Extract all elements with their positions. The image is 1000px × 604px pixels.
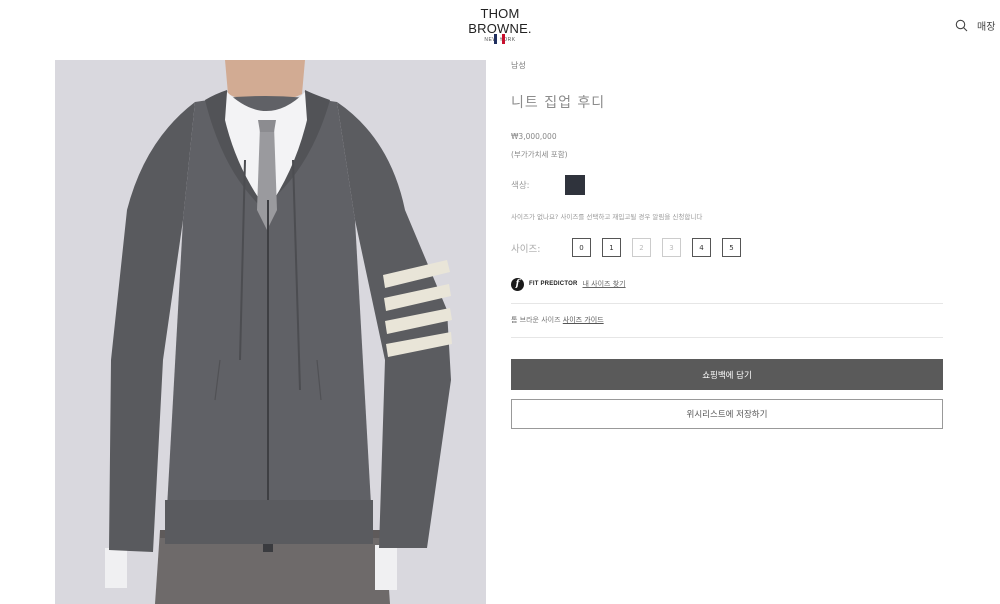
product-title: 니트 집업 후디	[511, 95, 606, 111]
product-image	[55, 60, 486, 604]
brand-name: THOM BROWNE.	[468, 6, 532, 36]
find-my-size-link[interactable]: 내 사이즈 찾기	[583, 279, 626, 289]
size-guide-text: 톰 브라운 사이즈	[511, 316, 561, 324]
flag-icon	[494, 34, 506, 44]
divider	[511, 303, 943, 304]
color-swatch[interactable]	[565, 175, 585, 195]
divider	[511, 337, 943, 338]
color-label: 색상:	[511, 181, 530, 191]
fit-predictor-label: FIT PREDICTOR	[529, 281, 578, 287]
size-notice: 사이즈가 없나요? 사이즈를 선택하고 재입고될 경우 알림을 신청합니다	[511, 213, 703, 221]
add-to-wishlist-button[interactable]: 위시리스트에 저장하기	[511, 399, 943, 429]
hoodie-illustration	[55, 60, 486, 604]
product-price: ₩3,000,000	[511, 132, 557, 141]
size-option-3[interactable]: 3	[662, 238, 681, 257]
site-header: THOM BROWNE. NEW YORK 매장	[0, 0, 1000, 48]
brand-logo[interactable]: THOM BROWNE. NEW YORK	[454, 6, 546, 44]
size-option-5[interactable]: 5	[722, 238, 741, 257]
store-link[interactable]: 매장	[977, 18, 995, 33]
fit-predictor: f FIT PREDICTOR 내 사이즈 찾기	[511, 277, 626, 291]
tax-note: (부가가치세 포함)	[511, 150, 568, 159]
size-option-2[interactable]: 2	[632, 238, 651, 257]
size-guide-link[interactable]: 사이즈 가이드	[563, 316, 604, 324]
size-guide: 톰 브라운 사이즈 사이즈 가이드	[511, 315, 604, 325]
product-category[interactable]: 남성	[511, 60, 526, 71]
add-to-bag-button[interactable]: 쇼핑백에 담기	[511, 359, 943, 390]
size-option-4[interactable]: 4	[692, 238, 711, 257]
size-label: 사이즈:	[511, 244, 541, 255]
size-options: 0 1 2 3 4 5	[572, 238, 741, 257]
size-option-0[interactable]: 0	[572, 238, 591, 257]
fit-predictor-icon: f	[511, 277, 524, 291]
search-icon[interactable]	[955, 19, 968, 32]
size-option-1[interactable]: 1	[602, 238, 621, 257]
